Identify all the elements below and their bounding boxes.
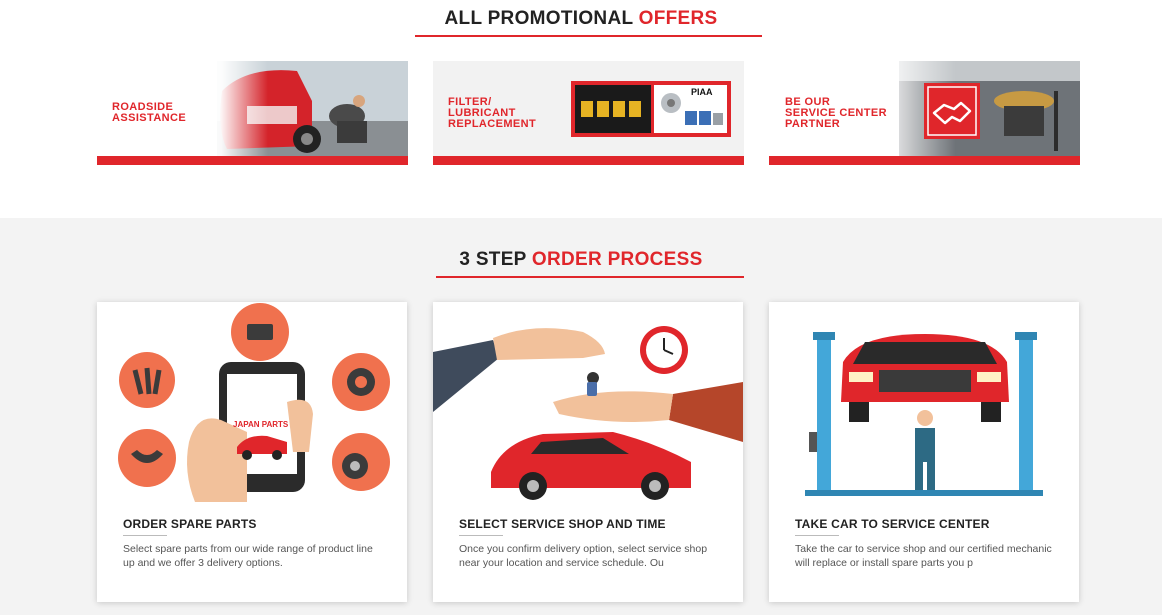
promo-filter-lubricant[interactable]: PIAA FILTER/ LUBRICANT REPLACEMENT — [433, 61, 744, 165]
step-card-take-car-to-service[interactable]: TAKE CAR TO SERVICE CENTER Take the car … — [769, 302, 1079, 602]
battery-icon — [247, 324, 273, 340]
phone-parts-illustration — [118, 303, 390, 502]
step-title-rule — [459, 535, 503, 536]
step-card-select-service-shop[interactable]: SELECT SERVICE SHOP AND TIME Once you co… — [433, 302, 743, 602]
step-title-rule — [795, 535, 839, 536]
promotions-title-plain: ALL PROMOTIONAL — [444, 8, 639, 29]
promo-label-filter: FILTER/ LUBRICANT REPLACEMENT — [448, 96, 537, 130]
phone-brand-text: JAPAN PARTS — [233, 420, 289, 429]
key-handover-illustration — [433, 326, 743, 500]
step-title: ORDER SPARE PARTS — [123, 517, 257, 531]
promotions-title: ALL PROMOTIONAL OFFERS — [0, 8, 1162, 30]
step-title-rule — [123, 535, 167, 536]
promotions-title-underline — [415, 35, 762, 37]
piaa-brand-text: PIAA — [691, 87, 713, 97]
promo-service-center-partner[interactable]: BE OUR SERVICE CENTER PARTNER — [769, 61, 1080, 165]
promotions-title-accent: OFFERS — [638, 8, 718, 29]
process-title-underline — [436, 276, 744, 278]
promo-label-partner: BE OUR SERVICE CENTER PARTNER — [785, 96, 887, 130]
process-title-accent: ORDER PROCESS — [531, 249, 703, 270]
step-card-order-spare-parts[interactable]: JAPAN PARTS ORDER SPARE PARTS Select spa… — [97, 302, 407, 602]
promo-bar — [769, 156, 1080, 165]
promo-roadside-assistance[interactable]: ROADSIDE ASSISTANCE — [97, 61, 408, 165]
car-key-icon — [587, 382, 597, 396]
step-title: SELECT SERVICE SHOP AND TIME — [459, 517, 666, 531]
mechanic-head — [917, 410, 933, 426]
step-description: Once you confirm delivery option, select… — [459, 543, 708, 569]
process-title: 3 STEP ORDER PROCESS — [0, 249, 1162, 271]
process-title-plain: 3 STEP — [459, 249, 532, 270]
step-description: Select spare parts from our wide range o… — [123, 543, 373, 569]
promo-label-roadside: ROADSIDE ASSISTANCE — [112, 101, 187, 124]
car-lift-illustration — [805, 332, 1043, 496]
promo-bar — [97, 156, 408, 165]
promo-bar — [433, 156, 744, 165]
step-description: Take the car to service shop and our cer… — [795, 543, 1052, 569]
step-title: TAKE CAR TO SERVICE CENTER — [795, 517, 990, 531]
